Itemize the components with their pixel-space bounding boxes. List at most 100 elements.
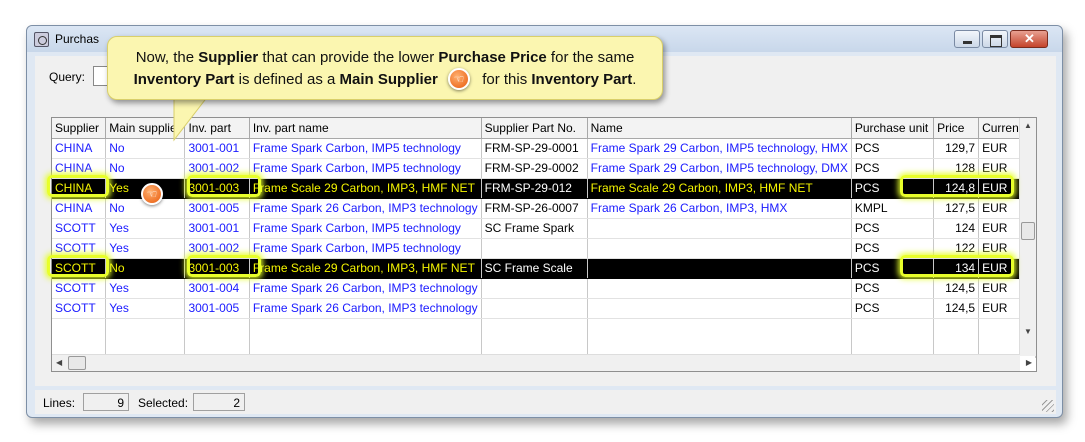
purchase-parts-grid[interactable]: Supplier Main supplier Inv. part Inv. pa…: [51, 117, 1037, 372]
cell-name: Frame Scale 29 Carbon, IMP3, HMF NET: [587, 178, 852, 199]
table-row[interactable]: SCOTT No 3001-003 Frame Scale 29 Carbon, IM…: [52, 258, 1036, 279]
cell-purchase-unit: PCS: [851, 218, 935, 239]
cell-supplier: CHINA: [52, 138, 107, 159]
cell-main-supplier: Yes: [105, 218, 186, 239]
table-row[interactable]: SCOTT Yes 3001-002 Frame Spark Carbon, IMP5…: [52, 238, 1036, 259]
lines-label: Lines:: [43, 396, 76, 410]
selected-count: 2: [193, 393, 245, 411]
hand-pointer-icon: ☜: [141, 183, 163, 205]
cell-supplier: SCOTT: [52, 258, 107, 279]
callout-text: .: [632, 71, 637, 88]
empty-cell: [184, 318, 250, 338]
cell-name: [587, 218, 852, 239]
cell-inv-part-name: Frame Spark Carbon, IMP5 technology: [249, 218, 482, 239]
cell-supplier: SCOTT: [52, 298, 107, 319]
vertical-scrollbar[interactable]: ▲ ▼: [1019, 118, 1036, 356]
cell-supplier-part-no: [481, 278, 588, 299]
empty-row: [52, 318, 1036, 338]
minimize-button[interactable]: [954, 30, 980, 48]
cell-purchase-unit: PCS: [851, 298, 935, 319]
selected-label: Selected:: [138, 396, 189, 410]
maximize-button[interactable]: [982, 30, 1008, 48]
cell-supplier-part-no: [481, 238, 588, 259]
callout-bold: Main Supplier: [339, 71, 438, 88]
callout-text: for this: [478, 71, 532, 88]
cell-purchase-unit: KMPL: [851, 198, 935, 219]
cell-supplier: SCOTT: [52, 238, 107, 259]
callout-tail: [173, 96, 209, 142]
cell-purchase-unit: PCS: [851, 278, 935, 299]
horizontal-scroll-thumb[interactable]: [68, 356, 86, 370]
cell-inv-part: 3001-002: [184, 158, 250, 179]
col-header-price[interactable]: Price: [933, 118, 980, 139]
window-title: Purchas: [55, 32, 100, 46]
cell-purchase-unit: PCS: [851, 158, 935, 179]
cell-main-supplier: No: [105, 258, 186, 279]
cell-inv-part: 3001-003: [184, 178, 250, 199]
cell-main-supplier: No: [105, 158, 186, 179]
vertical-scroll-thumb[interactable]: [1021, 222, 1035, 240]
cell-inv-part: 3001-004: [184, 278, 250, 299]
cell-inv-part-name: Frame Scale 29 Carbon, IMP3, HMF NET: [249, 258, 482, 279]
cell-supplier: CHINA: [52, 198, 107, 219]
close-button[interactable]: [1010, 30, 1048, 48]
resize-grip-icon[interactable]: [1042, 400, 1054, 412]
cell-purchase-unit: PCS: [851, 238, 935, 259]
cell-supplier-part-no: SC Frame Spark: [481, 218, 588, 239]
cell-purchase-unit: PCS: [851, 258, 935, 279]
grid-table: Supplier Main supplier Inv. part Inv. pa…: [52, 118, 1036, 358]
cell-price: 124,5: [933, 298, 980, 319]
app-icon[interactable]: [34, 32, 49, 47]
callout-tooltip: Now, the Supplier that can provide the l…: [107, 36, 663, 100]
cell-main-supplier: Yes: [105, 238, 186, 259]
cell-inv-part-name: Frame Spark 26 Carbon, IMP3 technology: [249, 278, 482, 299]
cell-supplier-part-no: FRM-SP-26-0007: [481, 198, 588, 219]
callout-bold: Supplier: [198, 49, 259, 66]
empty-cell: [933, 318, 980, 338]
col-header-purchase-unit[interactable]: Purchase unit: [851, 118, 935, 139]
table-row[interactable]: SCOTT Yes 3001-005 Frame Spark 26 Carbon, I…: [52, 298, 1036, 319]
table-row[interactable]: SCOTT Yes 3001-001 Frame Spark Carbon, IMP5…: [52, 218, 1036, 239]
callout-text: Now, the: [135, 49, 199, 66]
table-row[interactable]: SCOTT Yes 3001-004 Frame Spark 26 Carbon, I…: [52, 278, 1036, 299]
callout-text: is defined as a: [234, 71, 340, 88]
callout-bold: Inventory Part: [133, 71, 235, 88]
cell-supplier-part-no: SC Frame Scale: [481, 258, 588, 279]
cell-inv-part-name: Frame Spark Carbon, IMP5 technology: [249, 238, 482, 259]
cell-inv-part-name: Frame Spark Carbon, IMP5 technology: [249, 158, 482, 179]
scroll-up-icon[interactable]: ▲: [1024, 121, 1032, 130]
cell-supplier: CHINA: [52, 178, 107, 199]
status-bar: Lines: 9 Selected: 2: [35, 390, 1056, 414]
col-header-name[interactable]: Name: [587, 118, 852, 139]
cell-supplier-part-no: FRM-SP-29-0002: [481, 158, 588, 179]
empty-cell: [249, 318, 482, 338]
cell-price: 124,5: [933, 278, 980, 299]
col-header-supplier[interactable]: Supplier: [52, 118, 107, 139]
scroll-left-icon[interactable]: ◀: [56, 358, 62, 367]
scroll-right-icon[interactable]: ▶: [1026, 358, 1032, 367]
cell-price: 128: [933, 158, 980, 179]
query-label: Query:: [49, 70, 86, 84]
cell-inv-part: 3001-005: [184, 198, 250, 219]
cell-name: Frame Spark 29 Carbon, IMP5 technology, …: [587, 158, 852, 179]
callout-bold: Inventory Part: [531, 71, 633, 88]
table-row[interactable]: CHINA No 3001-005 Frame Spark 26 Carbon, IM…: [52, 198, 1036, 219]
col-header-supplier-part-no[interactable]: Supplier Part No.: [481, 118, 588, 139]
cell-name: Frame Spark 26 Carbon, IMP3, HMX: [587, 198, 852, 219]
scroll-down-icon[interactable]: ▼: [1024, 327, 1032, 336]
callout-text: for the same: [546, 49, 635, 66]
cell-inv-part-name: Frame Spark 26 Carbon, IMP3 technology: [249, 198, 482, 219]
cell-main-supplier: Yes: [105, 298, 186, 319]
cell-name: [587, 258, 852, 279]
horizontal-scrollbar[interactable]: ◀ ▶: [52, 354, 1032, 371]
col-header-inv-part-name[interactable]: Inv. part name: [249, 118, 482, 139]
empty-cell: [587, 318, 852, 338]
cell-supplier: CHINA: [52, 158, 107, 179]
callout-text: that can provide the lower: [258, 49, 439, 66]
cell-name: [587, 238, 852, 259]
callout-line-1: Now, the Supplier that can provide the l…: [108, 47, 662, 69]
lines-count: 9: [83, 393, 129, 411]
table-row[interactable]: CHINA No 3001-002 Frame Spark Carbon, IMP5 …: [52, 158, 1036, 179]
cell-price: 134: [933, 258, 980, 279]
table-row[interactable]: CHINA Yes 3001-003 Frame Scale 29 Carbon, I…: [52, 178, 1036, 199]
